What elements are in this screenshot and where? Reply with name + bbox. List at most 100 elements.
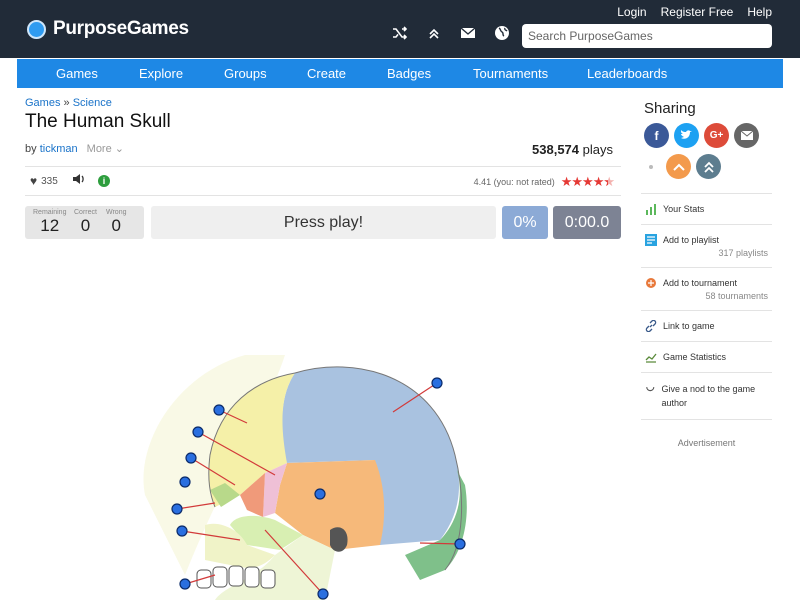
sidebar-item-add-to-tournament[interactable]: Add to tournament 58 tournaments [641, 267, 772, 310]
playlist-icon [645, 234, 657, 246]
author-link[interactable]: tickman [40, 143, 78, 155]
plays-label: plays [582, 142, 613, 157]
marker-dot[interactable] [213, 404, 225, 416]
logo-icon [27, 19, 46, 39]
bar-chart-icon [646, 204, 656, 215]
byline: by tickman More ⌄ [25, 142, 124, 155]
marker-dot[interactable] [317, 588, 329, 600]
remaining-label: Remaining [33, 209, 67, 216]
sidebar-item-your-stats[interactable]: Your Stats [641, 193, 772, 224]
skull-diagram [143, 355, 467, 600]
site-logo[interactable]: PurposeGames [27, 18, 189, 40]
boost-icon[interactable] [696, 154, 721, 179]
chevron-down-icon: ⌄ [114, 143, 124, 155]
marker-dot[interactable] [176, 525, 188, 537]
info-icon[interactable]: i [98, 175, 110, 187]
globe-icon[interactable] [494, 25, 510, 41]
google-plus-icon[interactable]: G+ [704, 123, 729, 148]
wrong-label: Wrong [106, 209, 127, 216]
by-label: by [25, 143, 37, 155]
star-icon[interactable]: ★ [561, 174, 573, 189]
nav-create[interactable]: Create [307, 66, 346, 81]
share-buttons-row2 [644, 154, 772, 179]
breadcrumb-games[interactable]: Games [25, 97, 60, 109]
register-link[interactable]: Register Free [661, 5, 734, 19]
marker-dot[interactable] [185, 452, 197, 464]
shuffle-icon[interactable] [392, 25, 408, 41]
more-dropdown[interactable]: More ⌄ [87, 143, 124, 155]
sidebar-item-game-statistics[interactable]: Game Statistics [641, 341, 772, 372]
remaining-stat: Remaining 12 [33, 209, 66, 235]
nav-games[interactable]: Games [56, 66, 98, 81]
nav-tournaments[interactable]: Tournaments [473, 66, 548, 81]
play-button[interactable]: Press play! [151, 206, 496, 239]
percent-score: 0% [502, 206, 548, 239]
sidebar-item-label: Add to playlist [663, 235, 720, 245]
score-panel: Remaining 12 Correct 0 Wrong 0 [25, 206, 144, 239]
nav-badges[interactable]: Badges [387, 66, 431, 81]
sharing-title: Sharing [644, 100, 696, 117]
rating: 4.41 (you: not rated) ★★★★★★ [473, 174, 615, 190]
breadcrumb-science[interactable]: Science [73, 97, 112, 109]
marker-dot[interactable] [171, 503, 183, 515]
star-icon[interactable]: ★ [571, 174, 583, 189]
line-chart-icon [645, 353, 657, 363]
more-label: More [86, 143, 112, 155]
timer: 0:00.0 [553, 206, 621, 239]
game-canvas [25, 245, 621, 600]
sound-toggle[interactable] [72, 172, 86, 189]
correct-stat: Correct 0 [74, 209, 97, 235]
plays-count: 538,574 [532, 142, 580, 157]
rating-text: 4.41 (you: not rated) [473, 177, 555, 187]
star-icon[interactable]: ★ [582, 174, 594, 189]
correct-count: 0 [80, 216, 91, 235]
share-buttons: f G+ [644, 123, 772, 148]
search-input[interactable] [522, 24, 772, 48]
header-icons [392, 25, 510, 41]
divider [25, 166, 621, 167]
rating-stars[interactable]: ★★★★★★ [561, 174, 615, 190]
sidebar-item-add-to-playlist[interactable]: Add to playlist 317 playlists [641, 224, 772, 267]
correct-label: Correct [74, 209, 97, 216]
plays-counter: 538,574 plays [532, 142, 613, 157]
main-nav: Games Explore Groups Create Badges Tourn… [17, 59, 783, 88]
like-button[interactable]: ♥ 335 [30, 174, 58, 188]
email-icon[interactable] [734, 123, 759, 148]
facebook-icon[interactable]: f [644, 123, 669, 148]
tournament-icon [646, 278, 656, 288]
page-title: The Human Skull [25, 111, 171, 132]
nav-leaderboards[interactable]: Leaderboards [587, 66, 667, 81]
top-header: PurposeGames Login Register Free Help [0, 0, 800, 58]
remaining-count: 12 [40, 216, 60, 235]
sidebar-item-label: Give a nod to the game author [661, 384, 756, 408]
chevrons-up-icon[interactable] [426, 25, 442, 41]
mail-icon[interactable] [460, 25, 476, 41]
sidebar-item-label: Your Stats [663, 204, 705, 214]
nav-explore[interactable]: Explore [139, 66, 183, 81]
likes-count: 335 [41, 175, 58, 187]
sidebar-item-link-to-game[interactable]: Link to game [641, 310, 772, 341]
dot-icon [649, 164, 653, 169]
sidebar: Sharing f G+ Your Stats Add to playlist … [641, 94, 772, 448]
advertisement-label: Advertisement [677, 438, 736, 448]
sidebar-item-give-a-nod[interactable]: Give a nod to the game author [641, 372, 772, 419]
marker-dot[interactable] [431, 377, 443, 389]
twitter-icon[interactable] [674, 123, 699, 148]
upvote-icon[interactable] [666, 154, 691, 179]
login-link[interactable]: Login [617, 5, 646, 19]
tournament-count: 58 tournaments [705, 291, 768, 301]
marker-dot[interactable] [179, 476, 191, 488]
marker-dot[interactable] [314, 488, 326, 500]
heart-icon: ♥ [30, 174, 38, 188]
sidebar-item-label: Link to game [663, 321, 715, 331]
half-star-icon[interactable]: ★★ [603, 174, 615, 190]
marker-dot[interactable] [179, 578, 191, 590]
help-link[interactable]: Help [747, 5, 772, 19]
marker-dot[interactable] [454, 538, 466, 550]
account-links: Login Register Free Help [617, 5, 772, 19]
nav-groups[interactable]: Groups [224, 66, 267, 81]
star-icon[interactable]: ★ [593, 174, 605, 189]
marker-dot[interactable] [192, 426, 204, 438]
wrong-stat: Wrong 0 [106, 209, 127, 235]
link-icon [645, 320, 657, 332]
